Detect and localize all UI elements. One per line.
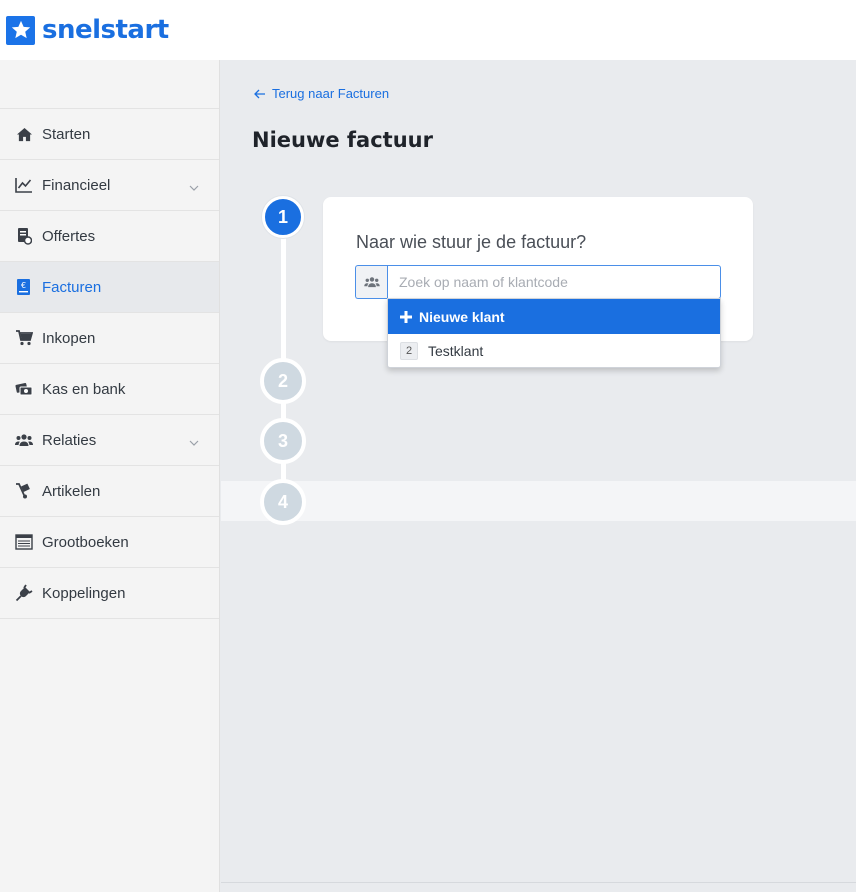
chevron-down-icon[interactable] [189, 433, 199, 451]
sidebar-item-label: Kas en bank [42, 380, 126, 398]
sidebar-item-kas-en-bank[interactable]: Kas en bank [0, 364, 219, 415]
invoice-euro-icon: € [14, 277, 34, 297]
step-4-row [221, 481, 856, 521]
back-link-label: Terug naar Facturen [272, 86, 390, 101]
users-icon [14, 430, 34, 450]
sidebar-item-label: Koppelingen [42, 584, 126, 602]
step-1-indicator: 1 [262, 196, 304, 238]
sidebar-item-facturen[interactable]: € Facturen [0, 262, 219, 313]
sidebar-item-label: Facturen [42, 278, 102, 296]
page-title: Nieuwe factuur [252, 128, 433, 152]
chevron-down-icon[interactable] [189, 178, 199, 196]
star-logo-icon [6, 15, 35, 45]
sidebar-item-label: Inkopen [42, 329, 96, 347]
chart-line-icon [14, 175, 34, 195]
sidebar-item-label: Relaties [42, 431, 97, 449]
ledger-icon [14, 532, 34, 552]
svg-text:€: € [21, 281, 26, 290]
sidebar-item-label: Financieel [42, 176, 111, 194]
arrow-left-icon [254, 89, 265, 98]
money-icon [14, 379, 34, 399]
step-2-indicator: 2 [260, 358, 306, 404]
sidebar: Starten Financieel Offertes € Facturen I… [0, 60, 220, 892]
sidebar-item-label: Offertes [42, 227, 96, 245]
sidebar-item-label: Artikelen [42, 482, 101, 500]
footer-divider [221, 882, 856, 883]
new-customer-label: Nieuwe klant [419, 308, 505, 325]
customer-search-dropdown: Nieuwe klant 2 Testklant [387, 298, 721, 368]
sidebar-item-financieel[interactable]: Financieel [0, 160, 219, 211]
new-customer-option[interactable]: Nieuwe klant [388, 299, 720, 334]
sidebar-item-artikelen[interactable]: Artikelen [0, 466, 219, 517]
quote-document-icon [14, 226, 34, 246]
step-4-indicator: 4 [260, 479, 306, 525]
sidebar-item-inkopen[interactable]: Inkopen [0, 313, 219, 364]
sidebar-item-starten[interactable]: Starten [0, 109, 219, 160]
sidebar-item-label: Grootboeken [42, 533, 129, 551]
step-3-indicator: 3 [260, 418, 306, 464]
brand-name: snelstart [42, 15, 169, 45]
cart-icon [14, 328, 34, 348]
step-question: Naar wie stuur je de factuur? [356, 232, 587, 252]
home-icon [14, 124, 34, 144]
sidebar-item-offertes[interactable]: Offertes [0, 211, 219, 262]
sidebar-item-grootboeken[interactable]: Grootboeken [0, 517, 219, 568]
customer-code-badge: 2 [400, 341, 418, 360]
customer-search-group [355, 265, 721, 299]
back-to-facturen-link[interactable]: Terug naar Facturen [254, 86, 389, 101]
customer-search-input[interactable] [387, 265, 721, 299]
plus-icon [400, 310, 412, 323]
plug-icon [14, 583, 34, 603]
top-header: snelstart [0, 0, 856, 60]
sidebar-item-koppelingen[interactable]: Koppelingen [0, 568, 219, 619]
customer-name: Testklant [428, 342, 484, 359]
users-icon [355, 265, 387, 299]
sidebar-item-label: Starten [42, 125, 91, 143]
sidebar-item-relaties[interactable]: Relaties [0, 415, 219, 466]
hand-truck-icon [14, 481, 34, 501]
customer-option-testklant[interactable]: 2 Testklant [388, 334, 720, 367]
